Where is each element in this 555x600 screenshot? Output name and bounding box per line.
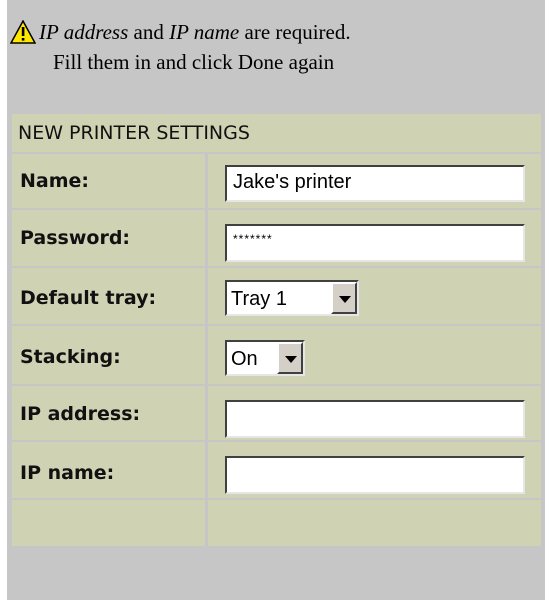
- default-tray-value: Tray 1: [231, 288, 287, 310]
- password-input[interactable]: *******: [225, 224, 525, 262]
- password-mask: *******: [233, 232, 273, 246]
- ip-address-label: IP address:: [20, 403, 141, 425]
- warning-and-text: and: [128, 20, 170, 44]
- row-stacking-label-cell: Stacking:: [12, 326, 205, 384]
- row-ip-address-label-cell: IP address:: [12, 386, 205, 440]
- row-password-label-cell: Password:: [12, 210, 205, 266]
- warning-triangle-icon: [10, 20, 36, 44]
- row-empty-right-cell: [208, 500, 541, 546]
- name-input[interactable]: Jake's printer: [225, 165, 525, 202]
- ip-name-input[interactable]: [225, 456, 525, 494]
- ip-name-label: IP name:: [20, 462, 115, 484]
- row-name-label-cell: Name:: [12, 154, 205, 208]
- stacking-label: Stacking:: [20, 346, 121, 368]
- printer-settings-panel: IP address and IP name are required. Fil…: [0, 0, 555, 600]
- row-tray-field-cell: Tray 1: [208, 268, 541, 324]
- row-ip-name-field-cell: [208, 442, 541, 498]
- stacking-select[interactable]: On: [225, 340, 305, 376]
- row-name-field-cell: Jake's printer: [208, 154, 541, 208]
- name-label: Name:: [20, 170, 90, 192]
- settings-header-title: NEW PRINTER SETTINGS: [18, 122, 250, 144]
- warning-line-1: IP address and IP name are required.: [39, 18, 351, 46]
- chevron-down-icon[interactable]: [331, 282, 357, 314]
- row-stacking-field-cell: On: [208, 326, 541, 384]
- row-tray-label-cell: Default tray:: [12, 268, 205, 324]
- ip-address-input[interactable]: [225, 400, 525, 438]
- warning-field-ip-address: IP address: [39, 20, 129, 44]
- row-empty-left-cell: [12, 500, 205, 546]
- chevron-down-icon[interactable]: [277, 342, 303, 374]
- password-label: Password:: [20, 227, 131, 249]
- row-ip-address-field-cell: [208, 386, 541, 440]
- warning-required-text: are required.: [239, 20, 351, 44]
- default-tray-label: Default tray:: [20, 287, 157, 309]
- row-password-field-cell: *******: [208, 210, 541, 266]
- warning-line-2: Fill them in and click Done again: [53, 50, 335, 74]
- warning-field-ip-name: IP name: [169, 20, 240, 44]
- default-tray-select[interactable]: Tray 1: [225, 280, 359, 316]
- settings-header: NEW PRINTER SETTINGS: [12, 114, 541, 152]
- settings-table: NEW PRINTER SETTINGS Name: Jake's printe…: [12, 114, 542, 594]
- stacking-value: On: [231, 348, 258, 370]
- row-ip-name-label-cell: IP name:: [12, 442, 205, 498]
